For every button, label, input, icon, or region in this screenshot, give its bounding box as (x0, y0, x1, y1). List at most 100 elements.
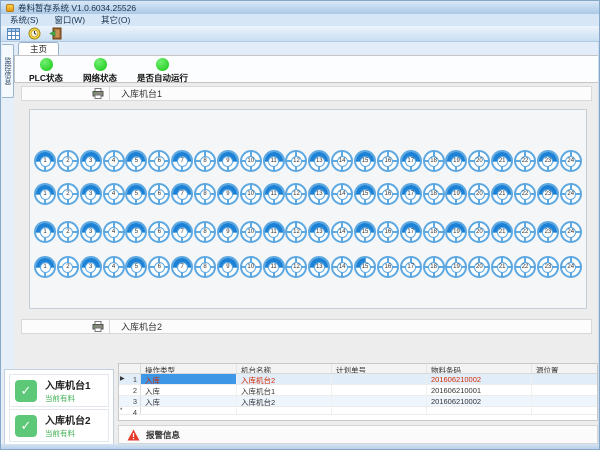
reel-slot[interactable]: 20 (468, 150, 490, 172)
reel-slot[interactable]: 17 (400, 221, 422, 243)
reel-slot[interactable]: 22 (514, 256, 536, 278)
reel-slot[interactable]: 24 (560, 183, 582, 205)
reel-slot[interactable]: 20 (468, 221, 490, 243)
table-header-cell[interactable]: 机台名称 (237, 364, 332, 373)
reel-slot[interactable]: 12 (285, 183, 307, 205)
reel-slot[interactable]: 12 (285, 150, 307, 172)
reel-slot[interactable]: 16 (377, 221, 399, 243)
reel-slot[interactable]: 14 (331, 221, 353, 243)
reel-slot[interactable]: 3 (80, 183, 102, 205)
reel-slot[interactable]: 10 (240, 221, 262, 243)
reel-slot[interactable]: 14 (331, 256, 353, 278)
reel-slot[interactable]: 21 (491, 221, 513, 243)
tab-home[interactable]: 主页 (18, 42, 59, 55)
reel-slot[interactable]: 4 (103, 256, 125, 278)
reel-slot[interactable]: 20 (468, 256, 490, 278)
table-cell[interactable] (332, 385, 427, 395)
table-header-cell[interactable]: 操作类型 (141, 364, 237, 373)
table-row[interactable]: ▶1入库入库机台2201606210002 (119, 374, 597, 385)
reel-slot[interactable]: 16 (377, 183, 399, 205)
reel-slot[interactable]: 7 (171, 256, 193, 278)
side-tab-monitor-info[interactable]: 监控信息 (2, 44, 14, 98)
reel-slot[interactable]: 18 (423, 150, 445, 172)
table-cell[interactable] (332, 374, 427, 384)
reel-slot[interactable]: 4 (103, 221, 125, 243)
reel-slot[interactable]: 12 (285, 221, 307, 243)
reel-slot[interactable]: 15 (354, 221, 376, 243)
reel-slot[interactable]: 2 (57, 221, 79, 243)
reel-slot[interactable]: 13 (308, 150, 330, 172)
reel-slot[interactable]: 13 (308, 221, 330, 243)
reel-slot[interactable]: 17 (400, 150, 422, 172)
reel-slot[interactable]: 1 (34, 150, 56, 172)
reel-slot[interactable]: 14 (331, 183, 353, 205)
reel-slot[interactable]: 14 (331, 150, 353, 172)
reel-slot[interactable]: 10 (240, 150, 262, 172)
table-cell[interactable] (332, 407, 427, 414)
reel-slot[interactable]: 6 (148, 150, 170, 172)
reel-slot[interactable]: 5 (125, 256, 147, 278)
reel-slot[interactable]: 9 (217, 256, 239, 278)
reel-slot[interactable]: 7 (171, 221, 193, 243)
reel-slot[interactable]: 9 (217, 221, 239, 243)
table-header-cell[interactable]: 计划单号 (332, 364, 427, 373)
reel-slot[interactable]: 22 (514, 183, 536, 205)
reel-slot[interactable]: 24 (560, 256, 582, 278)
reel-slot[interactable]: 6 (148, 183, 170, 205)
table-header-cell[interactable]: 源位置 (532, 364, 598, 373)
reel-slot[interactable]: 8 (194, 256, 216, 278)
table-cell[interactable]: 入库 (141, 385, 237, 395)
table-row[interactable]: *4 (119, 407, 597, 415)
table-row[interactable]: 2入库入库机台1201606210001 (119, 385, 597, 396)
reel-slot[interactable]: 23 (537, 221, 559, 243)
table-cell[interactable] (141, 407, 237, 414)
reel-slot[interactable]: 21 (491, 256, 513, 278)
menu-item[interactable]: 系统(S) (10, 14, 38, 26)
table-cell[interactable] (532, 374, 598, 384)
reel-slot[interactable]: 8 (194, 221, 216, 243)
reel-slot[interactable]: 18 (423, 183, 445, 205)
table-cell[interactable]: 201606210002 (427, 396, 532, 406)
table-cell[interactable] (237, 407, 332, 414)
reel-slot[interactable]: 1 (34, 256, 56, 278)
reel-slot[interactable]: 12 (285, 256, 307, 278)
table-icon[interactable] (6, 27, 20, 40)
reel-slot[interactable]: 18 (423, 221, 445, 243)
reel-slot[interactable]: 19 (445, 221, 467, 243)
reel-slot[interactable]: 18 (423, 256, 445, 278)
machine2-print-button[interactable] (22, 320, 110, 333)
table-cell[interactable]: 入库 (141, 396, 237, 406)
reel-slot[interactable]: 13 (308, 256, 330, 278)
reel-slot[interactable]: 11 (263, 150, 285, 172)
reel-slot[interactable]: 16 (377, 150, 399, 172)
reel-slot[interactable]: 20 (468, 183, 490, 205)
reel-slot[interactable]: 8 (194, 183, 216, 205)
reel-slot[interactable]: 2 (57, 256, 79, 278)
clock-icon[interactable] (27, 27, 41, 40)
reel-slot[interactable]: 11 (263, 256, 285, 278)
reel-slot[interactable]: 17 (400, 183, 422, 205)
reel-slot[interactable]: 4 (103, 150, 125, 172)
table-cell[interactable]: 入库机台1 (237, 385, 332, 395)
machine1-print-button[interactable] (22, 87, 110, 100)
table-cell[interactable] (532, 396, 598, 406)
table-cell[interactable] (332, 396, 427, 406)
reel-slot[interactable]: 21 (491, 150, 513, 172)
reel-slot[interactable]: 23 (537, 256, 559, 278)
reel-slot[interactable]: 7 (171, 150, 193, 172)
reel-slot[interactable]: 6 (148, 256, 170, 278)
table-cell[interactable]: 入库机台2 (237, 374, 332, 384)
reel-slot[interactable]: 1 (34, 183, 56, 205)
reel-slot[interactable]: 2 (57, 150, 79, 172)
reel-slot[interactable]: 3 (80, 256, 102, 278)
reel-slot[interactable]: 2 (57, 183, 79, 205)
menu-item[interactable]: 窗口(W) (54, 14, 85, 26)
reel-slot[interactable]: 22 (514, 221, 536, 243)
reel-slot[interactable]: 21 (491, 183, 513, 205)
reel-slot[interactable]: 23 (537, 150, 559, 172)
reel-slot[interactable]: 5 (125, 221, 147, 243)
reel-slot[interactable]: 15 (354, 183, 376, 205)
reel-slot[interactable]: 3 (80, 150, 102, 172)
table-cell[interactable]: 入库机台2 (237, 396, 332, 406)
table-cell[interactable]: 201606210002 (427, 374, 532, 384)
